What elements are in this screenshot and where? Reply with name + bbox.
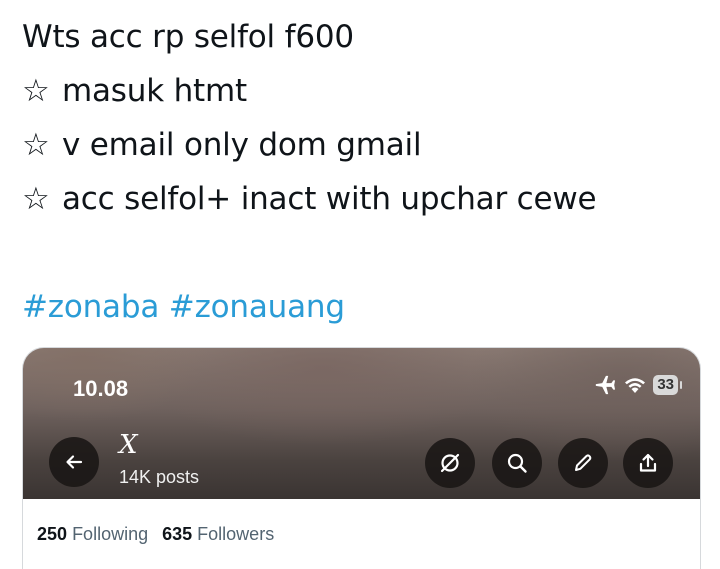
back-button[interactable] [49,437,99,487]
share-button[interactable] [623,438,673,488]
tweet-line-2: ☆ masuk htmt [22,64,596,118]
arrow-left-icon [66,455,83,469]
hashtag-row: #zonaba #zonauang [22,280,596,334]
hashtag-zonauang[interactable]: #zonauang [169,289,345,325]
follow-stats: 250 Following 635 Followers [37,524,274,545]
slashed-circle-icon [440,453,460,473]
hashtag-zonaba[interactable]: #zonaba [22,289,159,325]
tweet-line-3-text: v email only dom gmail [62,127,422,163]
following-label: Following [72,524,149,544]
following-link[interactable]: 250 Following [37,524,148,544]
share-icon [639,453,657,472]
wifi-icon [625,378,646,393]
tweet-line-4-text: acc selfol+ inact with upchar cewe [62,181,597,217]
following-count: 250 [37,524,68,544]
attached-screenshot[interactable]: 10.08 33 X 14K posts 250 Following 635 F… [22,347,701,569]
search-icon [507,453,527,473]
battery-indicator: 33 [653,375,682,395]
star-icon: ☆ [22,181,50,217]
airplane-icon [596,375,616,395]
search-button[interactable] [492,438,542,488]
tweet-line-2-text: masuk htmt [62,73,247,109]
star-icon: ☆ [22,73,50,109]
tweet-line-1: Wts acc rp selfol f600 [22,19,354,55]
pencil-icon [575,454,592,471]
profile-title: X [119,430,138,460]
tweet-body: Wts acc rp selfol f600 ☆ masuk htmt ☆ v em… [22,10,597,334]
tweet-line-3: ☆ v email only dom gmail [22,118,596,172]
star-icon: ☆ [22,127,50,163]
post-count: 14K posts [119,467,200,487]
edit-button[interactable] [558,438,608,488]
followers-count: 635 [162,524,193,544]
followers-label: Followers [197,524,275,544]
status-time: 10.08 [73,376,129,401]
mute-button[interactable] [425,438,475,488]
profile-banner: 10.08 33 X 14K posts [23,348,700,499]
tweet-line-4: ☆ acc selfol+ inact with upchar cewe [22,172,597,226]
status-icons: 33 [593,374,682,396]
followers-link[interactable]: 635 Followers [162,524,274,544]
